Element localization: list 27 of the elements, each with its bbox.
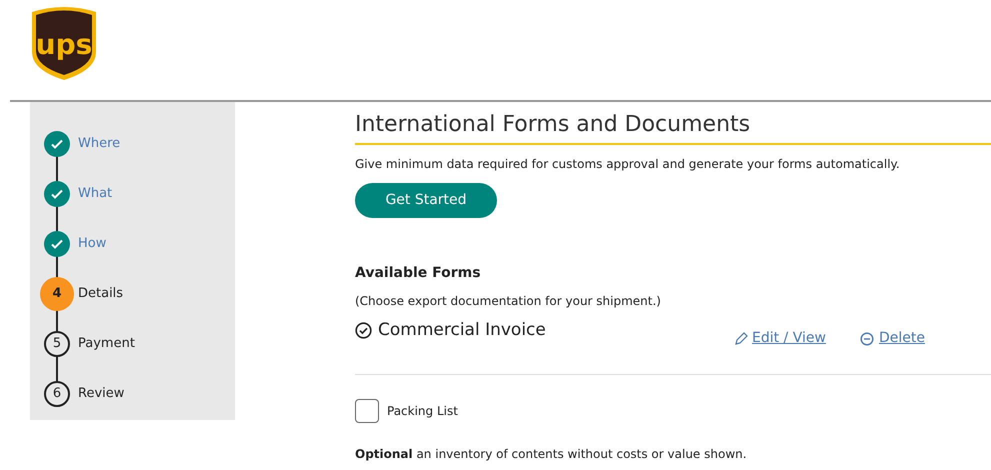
- check-circle-icon: [355, 322, 372, 340]
- checkbox[interactable]: [355, 399, 379, 423]
- step-label[interactable]: How: [78, 234, 106, 254]
- page-title: International Forms and Documents: [355, 111, 752, 139]
- step-label: Payment: [78, 335, 135, 354]
- step-label: Review: [78, 385, 124, 404]
- option-note: Optional an inventory of contents without costs or value shown.: [355, 446, 748, 463]
- step-number: 4: [40, 277, 74, 311]
- step-label: Details: [78, 285, 124, 304]
- edit-link[interactable]: Edit / View: [733, 328, 826, 349]
- delete-link[interactable]: Delete: [860, 328, 925, 349]
- description-text: Give minimum data required for customs approval and generate your forms automatically.: [355, 156, 901, 173]
- step-done-icon: [44, 131, 70, 157]
- section-heading: Available Forms: [355, 264, 482, 283]
- step-number: 5: [44, 331, 70, 357]
- get-started-button[interactable]: Get Started: [355, 183, 497, 218]
- pencil-icon: [733, 330, 749, 346]
- form-name: Commercial Invoice: [378, 319, 546, 342]
- step-done-icon: [44, 181, 70, 207]
- logo: ups: [30, 6, 98, 82]
- minus-circle-icon: [860, 332, 874, 346]
- section-subtext: (Choose export documentation for your shipment.): [355, 293, 662, 310]
- step-done-icon: [44, 231, 70, 257]
- step-label[interactable]: What: [78, 184, 112, 204]
- step-label[interactable]: Where: [78, 134, 120, 154]
- checkbox-label: Packing List: [387, 403, 458, 420]
- step-number: 6: [44, 381, 70, 407]
